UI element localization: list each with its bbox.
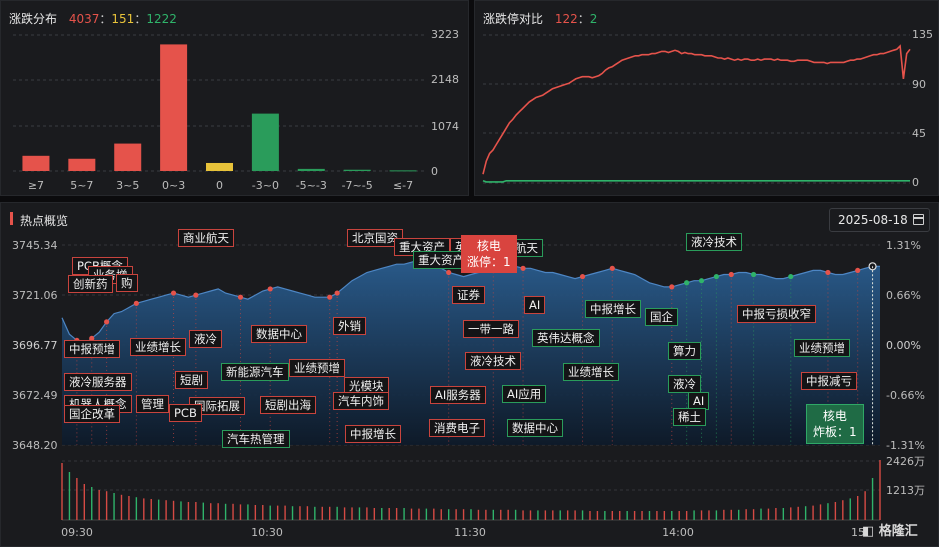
concept-tag[interactable]: 短剧出海	[260, 396, 316, 414]
limit-up-marker	[237, 294, 244, 300]
broken-limit-marker	[750, 271, 757, 278]
concept-tag[interactable]: 外销	[333, 317, 366, 335]
volume-tick: 2426万	[886, 455, 925, 468]
broken-limit-marker	[713, 273, 720, 280]
concept-tag[interactable]: AI应用	[502, 385, 547, 403]
price-tick: 3721.06	[12, 289, 58, 302]
concept-tag[interactable]: 短剧	[175, 371, 208, 389]
concept-tag[interactable]: AI服务器	[430, 386, 486, 404]
concept-tag[interactable]: 数据中心	[251, 325, 307, 343]
concept-tag[interactable]: 业绩预增	[289, 359, 345, 377]
limit-up-marker	[193, 292, 199, 298]
concept-tag[interactable]: 汽车热管理	[222, 430, 290, 448]
limit-up-marker	[267, 286, 273, 292]
limit-up-marker	[609, 265, 615, 271]
broken-limit-marker	[698, 278, 705, 284]
pct-tick: 0.66%	[886, 289, 921, 302]
volume-tick: 1213万	[886, 484, 925, 497]
limit-up-marker	[855, 267, 861, 274]
concept-tag[interactable]: 业绩增长	[563, 363, 619, 381]
time-tick: 11:30	[454, 526, 486, 539]
time-tick: 09:30	[61, 526, 93, 539]
concept-tag[interactable]: 创新药	[68, 275, 113, 293]
concept-tag[interactable]: 购	[116, 274, 138, 292]
concept-tag[interactable]: 国企	[645, 308, 678, 326]
concept-tag[interactable]: 中报亏损收窄	[737, 305, 816, 323]
time-tick: 14:00	[662, 526, 694, 539]
limit-up-marker	[520, 265, 526, 271]
price-tick: 3672.49	[12, 389, 58, 402]
limit-up-marker	[170, 290, 177, 296]
concept-tag[interactable]: 英伟达概念	[532, 329, 600, 347]
broken-limit-marker	[684, 280, 690, 286]
limit-up-marker	[104, 319, 110, 325]
concept-tag[interactable]: 数据中心	[507, 419, 563, 437]
time-tick: 10:30	[251, 526, 283, 539]
intraday-chart	[61, 244, 881, 521]
concept-tag[interactable]: 业绩预增	[794, 339, 850, 357]
concept-tag[interactable]: 液冷技术	[465, 352, 521, 370]
concept-tag[interactable]: 液冷服务器	[64, 373, 132, 391]
limit-up-callout[interactable]: 核电 涨停：1	[461, 235, 517, 273]
concept-tag[interactable]: 液冷技术	[686, 233, 742, 251]
concept-tag[interactable]: 汽车内饰	[333, 392, 389, 410]
limit-up-marker	[825, 269, 831, 276]
price-tick: 3696.77	[12, 339, 58, 352]
concept-tag[interactable]: 一带一路	[463, 320, 519, 338]
concept-tag[interactable]: 液冷	[189, 330, 222, 348]
concept-tag[interactable]: 稀土	[673, 408, 706, 426]
concept-tag[interactable]: 液冷	[668, 375, 701, 393]
broken-limit-callout[interactable]: 核电 炸板：1	[806, 404, 864, 444]
concept-tag[interactable]: 商业航天	[178, 229, 234, 247]
price-tick: 3648.20	[12, 439, 58, 452]
pct-tick: -1.31%	[886, 439, 925, 452]
concept-tag[interactable]: 业绩增长	[130, 338, 186, 356]
callout-label: 炸板：1	[813, 425, 857, 439]
limit-up-marker	[728, 271, 734, 278]
limit-up-marker	[327, 294, 333, 300]
pct-tick: -0.66%	[886, 389, 925, 402]
concept-tag[interactable]: 算力	[668, 342, 701, 360]
limit-up-marker	[579, 273, 586, 280]
concept-tag[interactable]: 管理	[136, 395, 169, 413]
concept-tag[interactable]: 中报减亏	[801, 372, 857, 390]
concept-tag[interactable]: 国企改革	[64, 405, 120, 423]
concept-tag[interactable]: 证券	[452, 286, 485, 304]
limit-up-marker	[133, 300, 139, 306]
limit-up-marker	[669, 284, 675, 290]
limit-up-marker	[446, 269, 452, 276]
concept-tag[interactable]: 中报增长	[585, 300, 641, 318]
callout-name: 核电	[476, 239, 501, 253]
concept-tag[interactable]: 中报增长	[345, 425, 401, 443]
concept-tag[interactable]: AI	[524, 296, 546, 314]
limit-up-marker	[334, 290, 340, 296]
brand-logo: ◧ 格隆汇	[862, 524, 918, 539]
pct-tick: 0.00%	[886, 339, 921, 352]
concept-tag[interactable]: 中报预增	[64, 340, 120, 358]
broken-limit-marker	[788, 273, 794, 280]
callout-name: 核电	[822, 409, 847, 423]
concept-tag[interactable]: 消费电子	[429, 419, 485, 437]
concept-tag[interactable]: 新能源汽车	[221, 363, 289, 381]
callout-label: 涨停：1	[467, 255, 511, 269]
price-tick: 3745.34	[12, 239, 58, 252]
concept-tag[interactable]: PCB	[169, 404, 202, 422]
pct-tick: 1.31%	[886, 239, 921, 252]
